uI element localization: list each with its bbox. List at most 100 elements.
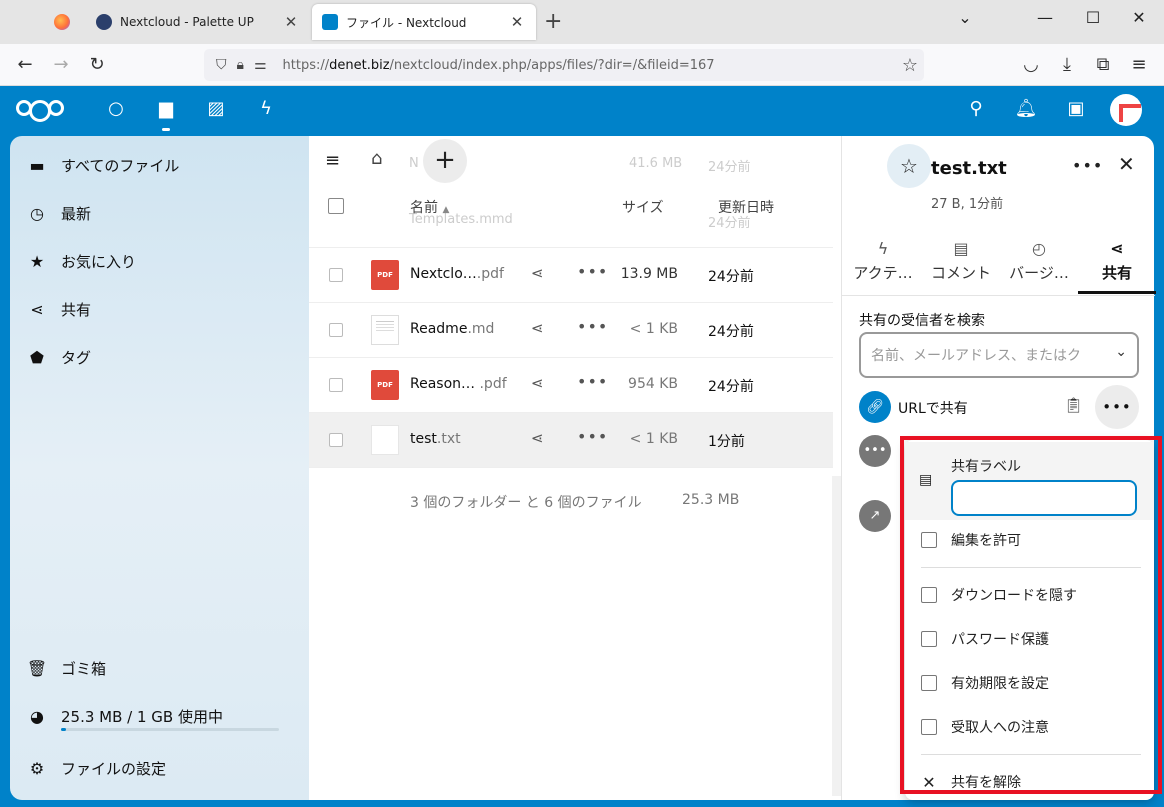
share-label-input[interactable] [951,480,1137,516]
sidebar-item-trash[interactable]: 🗑︎ ゴミ箱 [24,648,106,688]
comment-icon: ▤ [953,239,969,258]
table-row[interactable]: PDF Reason… .pdf ⋖ ••• 954 KB 24分前 [309,357,833,412]
tab-files-nextcloud[interactable]: ファイル - Nextcloud ✕ [312,4,536,40]
permissions-icon[interactable]: ⚌ [254,57,267,73]
row-checkbox[interactable] [329,378,343,392]
file-name[interactable]: Nextclo….pdf [410,266,504,282]
minimize-icon[interactable]: — [1030,8,1060,27]
share-label-item: ▤ 共有ラベル [905,442,1154,520]
password-protect-checkbox[interactable]: パスワード保護 [905,619,1154,659]
scrollbar[interactable] [832,476,841,796]
checkbox-box[interactable] [921,631,937,647]
external-link-icon[interactable]: ↗ [859,500,891,532]
file-name[interactable]: Readme.md [410,321,494,337]
row-checkbox[interactable] [329,433,343,447]
tab-versions[interactable]: ◴ バージ… [1000,236,1078,294]
url-field[interactable]: ⛉ 🔒︎ ⚌ https://denet.biz/nextcloud/index… [204,49,924,81]
column-header-modified[interactable]: 更新日時 [718,197,774,217]
tab-list-icon[interactable]: ⌄ [950,8,980,27]
column-header-name[interactable]: 名前 ▲ [410,197,449,217]
file-name[interactable]: Reason… .pdf [410,376,507,392]
row-checkbox[interactable] [329,323,343,337]
extensions-icon[interactable]: ⧉ [1090,52,1116,78]
checkbox-box[interactable] [921,587,937,603]
forward-icon[interactable]: → [48,52,74,78]
table-row[interactable]: Readme.md ⋖ ••• < 1 KB 24分前 [309,302,833,357]
sidebar-item-favorites[interactable]: ★ お気に入り [24,241,136,281]
dashboard-icon[interactable]: ○ [104,98,128,122]
files-settings-button[interactable]: ⚙ ファイルの設定 [24,748,166,788]
share-icon[interactable]: ⋖ [531,264,544,282]
new-tab-button[interactable]: + [544,9,562,34]
note-to-recipient-checkbox[interactable]: 受取人への注意 [905,707,1154,747]
table-row[interactable]: PDF Nextclo….pdf ⋖ ••• 13.9 MB 24分前 [309,247,833,302]
firefox-tab[interactable] [40,4,84,40]
lock-icon[interactable]: 🔒︎ [237,57,244,73]
share-icon[interactable]: ⋖ [531,319,544,337]
column-header-size[interactable]: サイズ [622,197,664,217]
files-app-icon[interactable]: ▆ [154,98,178,131]
activity-app-icon[interactable]: ϟ [254,98,278,122]
row-checkbox[interactable] [329,268,343,282]
close-icon[interactable]: ✕ [1118,152,1135,176]
search-icon[interactable]: ⚲ [964,98,988,122]
notifications-icon[interactable]: 🔔︎ [1014,98,1038,122]
sidebar-item-all-files[interactable]: ▬ すべてのファイル [24,145,179,185]
close-tab-icon[interactable]: ✕ [282,13,300,31]
tab-comments[interactable]: ▤ コメント [922,236,1000,294]
sidebar-item-tags[interactable]: ⬟ タグ [24,337,91,377]
allow-edit-checkbox[interactable]: 編集を許可 [905,520,1154,560]
reload-icon[interactable]: ↻ [84,52,110,78]
more-actions-icon[interactable]: ••• [577,372,608,391]
expiration-checkbox[interactable]: 有効期限を設定 [905,663,1154,703]
close-window-icon[interactable]: ✕ [1124,8,1154,27]
checkbox-box[interactable] [921,719,937,735]
details-more-icon[interactable]: ••• [1072,156,1103,175]
more-actions-icon[interactable]: ••• [577,317,608,336]
unshare-button[interactable]: ✕ 共有を解除 [905,762,1154,802]
more-actions-icon[interactable]: ••• [577,262,608,281]
contacts-icon[interactable]: ▣ [1064,98,1088,122]
file-name[interactable]: test.txt [410,431,461,447]
table-row[interactable]: test.txt ⋖ ••• < 1 KB 1分前 [309,412,833,467]
sidebar-item-shared[interactable]: ⋖ 共有 [24,289,91,329]
pocket-icon[interactable]: ◡ [1018,52,1044,78]
select-all-checkbox[interactable] [328,198,344,214]
more-shares-icon[interactable]: ••• [859,435,891,467]
home-icon[interactable]: ⌂ [371,148,382,169]
favorite-star-icon[interactable]: ☆ [887,144,931,188]
bookmark-star-icon[interactable]: ☆ [902,55,918,76]
text-icon: ▤ [919,472,933,488]
maximize-icon[interactable]: ☐ [1078,8,1108,27]
tab-activity[interactable]: ϟ アクテ… [844,236,922,294]
checkbox-box[interactable] [921,675,937,691]
close-tab-icon[interactable]: ✕ [508,13,526,31]
nextcloud-logo[interactable] [16,99,64,122]
shield-icon[interactable]: ⛉ [216,57,227,73]
checkbox-box[interactable] [921,532,937,548]
sort-ascending-icon: ▲ [442,205,450,215]
recipient-search-input[interactable]: 名前、メールアドレス、またはク ⌄ [859,332,1139,378]
clipboard-icon[interactable]: 📋︎ [1064,396,1083,414]
pdf-file-icon: PDF [371,370,399,400]
hide-download-checkbox[interactable]: ダウンロードを隠す [905,575,1154,615]
avatar[interactable] [1110,94,1142,126]
toggle-navigation-icon[interactable]: ≡ [325,150,340,171]
chevron-down-icon[interactable]: ⌄ [1115,344,1127,360]
share-more-button[interactable]: ••• [1095,385,1139,429]
share-icon[interactable]: ⋖ [531,429,544,447]
sidebar-item-label: ゴミ箱 [61,659,107,678]
share-icon[interactable]: ⋖ [531,374,544,392]
downloads-icon[interactable]: ⤓ [1054,52,1080,78]
url-share-label: URLで共有 [898,401,968,417]
new-file-button[interactable]: + [423,139,467,183]
back-icon[interactable]: ← [12,52,38,78]
tab-sharing[interactable]: ⋖ 共有 [1078,236,1156,294]
menu-icon[interactable]: ≡ [1126,52,1152,78]
sidebar-item-recent[interactable]: ◷ 最新 [24,193,91,233]
tab-palette-up[interactable]: Nextcloud - Palette UP ✕ [86,4,310,40]
photos-icon[interactable]: ▨ [204,98,228,122]
file-list: N 41.6 MB 24分前 Templates.mmd 24分前 ≡ ⌂ + … [309,136,841,800]
tab-label: アクテ… [853,264,913,282]
more-actions-icon[interactable]: ••• [577,427,608,446]
